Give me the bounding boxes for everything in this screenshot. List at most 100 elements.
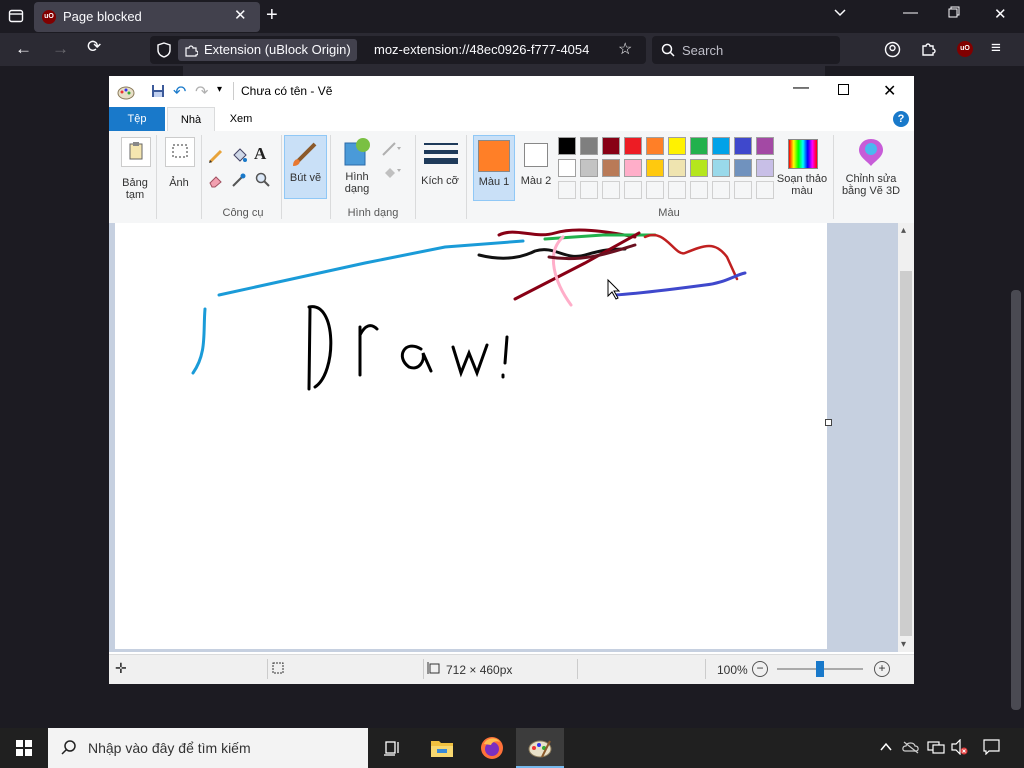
paint-close-icon[interactable]: ✕	[883, 81, 896, 101]
palette-swatch[interactable]	[558, 159, 576, 177]
palette-swatch[interactable]	[756, 137, 774, 155]
page-scrollbar-thumb[interactable]	[1011, 290, 1021, 710]
help-icon[interactable]: ?	[893, 111, 909, 127]
scroll-down-icon[interactable]: ▾	[901, 639, 906, 650]
palette-swatch[interactable]	[712, 137, 730, 155]
edit-colors-button[interactable]: Soạn thảo màu	[777, 135, 827, 199]
edit-with-paint3d-button[interactable]: Chỉnh sửa bằng Vẽ 3D	[837, 135, 905, 199]
palette-swatch-empty[interactable]	[756, 181, 774, 199]
menu-icon[interactable]: ≡	[991, 38, 1001, 58]
new-tab-icon[interactable]: +	[266, 4, 278, 27]
taskbar-search-box[interactable]: Nhập vào đây để tìm kiếm	[48, 728, 368, 768]
palette-swatch[interactable]	[756, 159, 774, 177]
palette-swatch[interactable]	[646, 159, 664, 177]
palette-swatch[interactable]	[646, 137, 664, 155]
tray-chevron-up-icon[interactable]	[880, 740, 892, 756]
shield-icon[interactable]	[157, 42, 171, 61]
extensions-icon[interactable]	[920, 41, 937, 61]
palette-swatch-empty[interactable]	[580, 181, 598, 199]
palette-swatch[interactable]	[602, 159, 620, 177]
palette-swatch[interactable]	[580, 137, 598, 155]
brushes-button[interactable]: Bút vẽ	[284, 135, 327, 199]
palette-swatch-empty[interactable]	[712, 181, 730, 199]
canvas-resize-handle[interactable]	[825, 419, 832, 426]
clipboard-button[interactable]: Bảng tạm	[115, 133, 155, 219]
palette-swatch[interactable]	[734, 159, 752, 177]
palette-swatch[interactable]	[602, 137, 620, 155]
magnifier-icon[interactable]	[254, 171, 272, 192]
taskbar-paint-app[interactable]	[516, 728, 564, 768]
window-close-icon[interactable]: ✕	[994, 5, 1007, 23]
eraser-icon[interactable]	[207, 171, 225, 192]
color2-button[interactable]: Màu 2	[516, 135, 556, 199]
palette-swatch[interactable]	[624, 159, 642, 177]
tab-close-icon[interactable]: ✕	[234, 6, 247, 24]
palette-swatch[interactable]	[690, 159, 708, 177]
palette-swatch[interactable]	[624, 137, 642, 155]
extension-identity-label[interactable]: Extension (uBlock Origin)	[178, 39, 357, 61]
redo-icon[interactable]: ↷	[195, 82, 208, 102]
search-box[interactable]: Search	[652, 36, 840, 64]
tab-view[interactable]: Xem	[219, 107, 263, 131]
firefox-icon[interactable]	[480, 736, 504, 763]
palette-swatch[interactable]	[712, 159, 730, 177]
pencil-icon[interactable]	[207, 147, 225, 168]
palette-swatch[interactable]	[690, 137, 708, 155]
fill-icon[interactable]	[381, 163, 403, 182]
size-button[interactable]: Kích cỡ	[420, 135, 460, 197]
palette-swatch-empty[interactable]	[602, 181, 620, 199]
color1-button[interactable]: Màu 1	[473, 135, 515, 201]
forward-icon[interactable]: →	[52, 39, 69, 59]
palette-swatch[interactable]	[668, 159, 686, 177]
palette-swatch-empty[interactable]	[646, 181, 664, 199]
zoom-slider-thumb[interactable]	[816, 661, 824, 677]
color-picker-icon[interactable]	[230, 171, 248, 192]
save-icon[interactable]	[151, 84, 165, 101]
quick-access-dropdown-icon[interactable]: ▾	[217, 84, 222, 95]
browser-tab-active[interactable]: uO Page blocked ✕	[34, 2, 260, 32]
canvas-vertical-scrollbar[interactable]: ▴ ▾	[898, 223, 914, 652]
palette-swatch-empty[interactable]	[624, 181, 642, 199]
undo-icon[interactable]: ↶	[173, 82, 186, 102]
bookmark-star-icon[interactable]: ☆	[618, 39, 632, 59]
account-icon[interactable]	[884, 41, 901, 61]
palette-swatch-empty[interactable]	[690, 181, 708, 199]
text-tool-icon[interactable]: A	[254, 144, 266, 164]
drawing-canvas[interactable]	[115, 223, 827, 649]
minimize-icon[interactable]: —	[903, 4, 918, 21]
notifications-icon[interactable]	[983, 739, 1000, 758]
tab-home[interactable]: Nhà	[167, 107, 215, 133]
palette-swatch[interactable]	[558, 137, 576, 155]
palette-swatch[interactable]	[668, 137, 686, 155]
palette-swatch[interactable]	[734, 137, 752, 155]
palette-swatch[interactable]	[580, 159, 598, 177]
back-icon[interactable]: ←	[15, 39, 32, 59]
ublock-toolbar-icon[interactable]: uO	[957, 41, 973, 57]
windows-start-icon[interactable]	[16, 740, 32, 759]
zoom-in-icon[interactable]: +	[874, 661, 890, 677]
image-select-button[interactable]: Ảnh	[159, 133, 199, 219]
task-view-icon[interactable]	[383, 739, 401, 760]
shapes-button[interactable]: Hình dạng	[335, 135, 379, 197]
volume-muted-icon[interactable]	[950, 738, 968, 758]
paint-maximize-icon[interactable]	[838, 84, 849, 98]
restore-icon[interactable]	[948, 6, 961, 23]
network-icon[interactable]	[927, 740, 945, 757]
palette-swatch-empty[interactable]	[668, 181, 686, 199]
url-bar[interactable]: Extension (uBlock Origin) moz-extension:…	[150, 36, 646, 64]
file-explorer-icon[interactable]	[430, 738, 454, 761]
tab-list-icon[interactable]	[8, 8, 24, 28]
reload-icon[interactable]: ⟳	[87, 37, 101, 57]
scroll-up-icon[interactable]: ▴	[901, 225, 906, 236]
url-text[interactable]: moz-extension://48ec0926-f777-4054	[374, 42, 610, 57]
palette-swatch-empty[interactable]	[734, 181, 752, 199]
palette-swatch-empty[interactable]	[558, 181, 576, 199]
chevron-down-icon[interactable]	[833, 6, 847, 24]
canvas-scrollbar-thumb[interactable]	[900, 271, 912, 636]
onedrive-offline-icon[interactable]	[902, 740, 920, 757]
zoom-out-icon[interactable]: −	[752, 661, 768, 677]
tab-file[interactable]: Tệp	[109, 107, 165, 131]
fill-bucket-icon[interactable]	[230, 147, 248, 168]
paint-minimize-icon[interactable]: —	[793, 79, 809, 97]
outline-icon[interactable]	[381, 141, 403, 160]
